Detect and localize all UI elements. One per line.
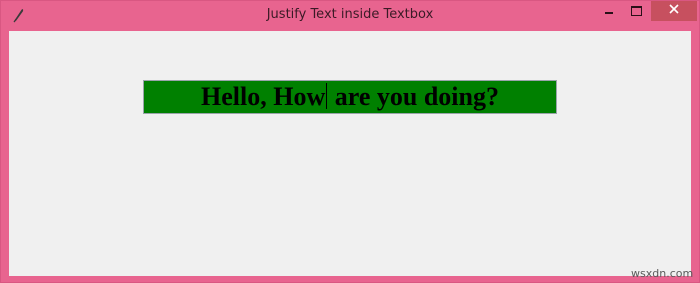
text-before-caret: Hello, How xyxy=(201,82,326,111)
title-bar[interactable]: Justify Text inside Textbox xyxy=(1,1,699,31)
text-after-caret: are you doing? xyxy=(328,82,499,111)
app-window: Justify Text inside Textbox Hello, How a… xyxy=(0,0,700,283)
minimize-button[interactable] xyxy=(595,1,623,21)
text-entry-box[interactable]: Hello, How are you doing? xyxy=(143,80,557,114)
textbox-text: Hello, How are you doing? xyxy=(201,82,499,112)
client-area: Hello, How are you doing? xyxy=(9,31,691,276)
close-icon xyxy=(668,2,680,20)
close-button[interactable] xyxy=(651,1,697,21)
minimize-icon xyxy=(605,12,613,14)
maximize-button[interactable] xyxy=(623,1,649,21)
maximize-icon xyxy=(630,6,642,16)
watermark: wsxdn.com xyxy=(631,267,694,280)
